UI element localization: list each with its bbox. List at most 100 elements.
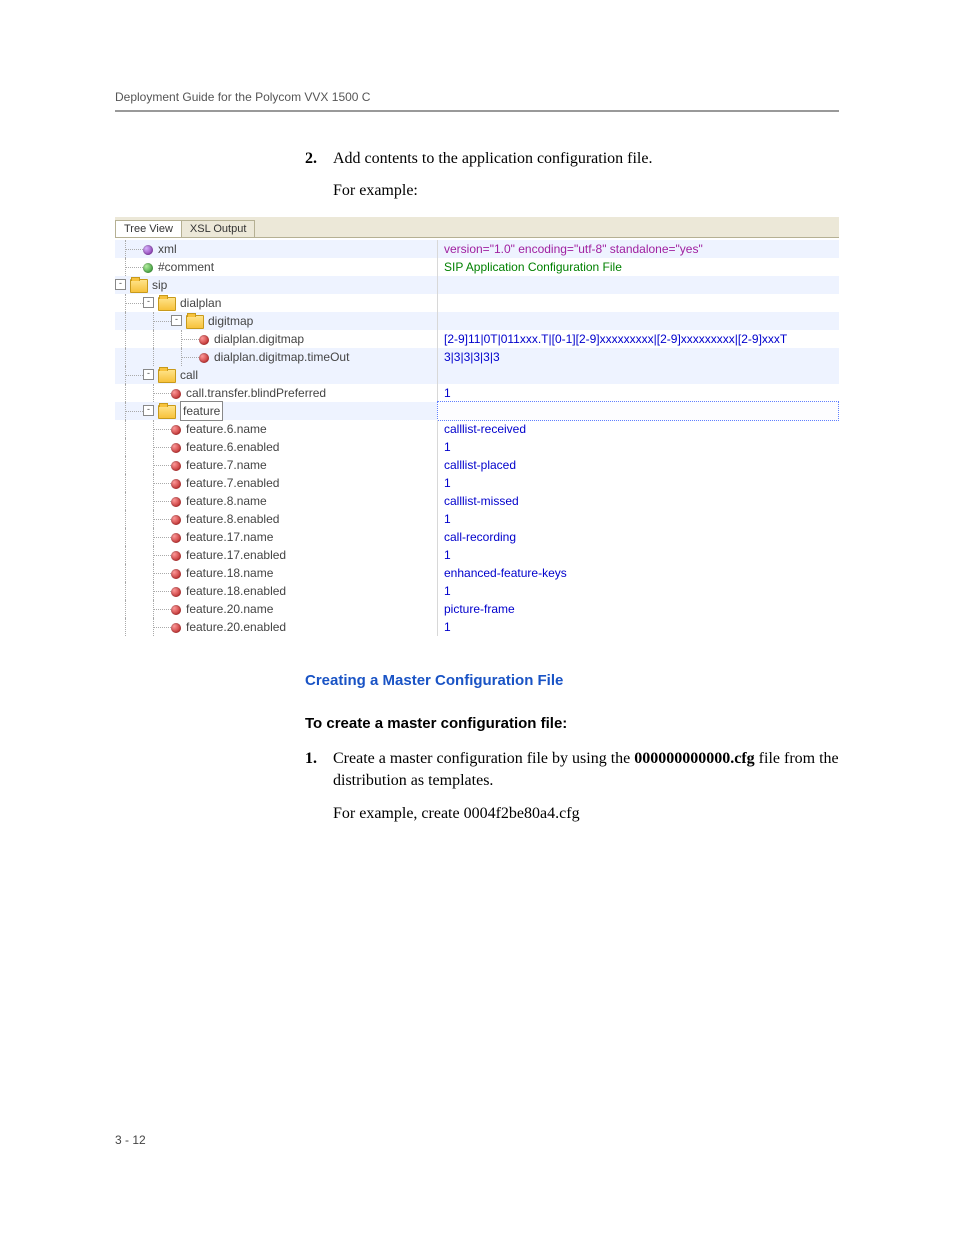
tree-node-left: feature.7.enabled <box>115 474 437 492</box>
tree-row[interactable]: -call <box>115 366 839 384</box>
step-1: 1. Create a master configuration file by… <box>305 748 839 793</box>
tree-node-left: feature.17.enabled <box>115 546 437 564</box>
ball-red-icon <box>171 533 181 543</box>
tree-node-left: dialplan.digitmap.timeOut <box>115 348 437 366</box>
tree-connector <box>143 384 171 402</box>
ball-red-icon <box>171 461 181 471</box>
folder-icon <box>158 297 176 311</box>
xml-tree-figure: Tree View XSL Output xmlversion="1.0" en… <box>115 217 839 642</box>
page-header: Deployment Guide for the Polycom VVX 150… <box>115 90 839 112</box>
tree-node-label: feature.18.name <box>186 564 273 582</box>
expander-icon[interactable]: - <box>171 315 182 326</box>
tree-node-label: call.transfer.blindPreferred <box>186 384 326 402</box>
tree-node-left: feature.8.enabled <box>115 510 437 528</box>
expander-icon[interactable]: - <box>143 297 154 308</box>
tree-connector <box>143 438 171 456</box>
step-2-sub: For example: <box>333 180 839 202</box>
tree-connector <box>115 582 143 600</box>
ball-red-icon <box>171 515 181 525</box>
folder-icon <box>130 279 148 293</box>
ball-red-icon <box>171 569 181 579</box>
tree-row[interactable]: dialplan.digitmap[2-9]11|0T|011xxx.T|[0-… <box>115 330 839 348</box>
ball-red-icon <box>171 497 181 507</box>
tree-node-left: call.transfer.blindPreferred <box>115 384 437 402</box>
tree-row[interactable]: dialplan.digitmap.timeOut3|3|3|3|3|3 <box>115 348 839 366</box>
tree-connector <box>143 546 171 564</box>
ball-red-icon <box>171 551 181 561</box>
tree-node-value: 1 <box>437 582 839 600</box>
tree-node-left: feature.6.enabled <box>115 438 437 456</box>
tree-connector <box>143 618 171 636</box>
tree-connector <box>143 582 171 600</box>
tree-node-value: calllist-received <box>437 420 839 438</box>
expander-icon[interactable]: - <box>143 405 154 416</box>
tree-connector <box>115 600 143 618</box>
tree-connector <box>171 330 199 348</box>
tree-node-label: dialplan.digitmap.timeOut <box>214 348 349 366</box>
tree-row[interactable]: feature.18.enabled1 <box>115 582 839 600</box>
tree-row[interactable]: feature.17.name call-recording <box>115 528 839 546</box>
tree-node-label: feature.17.enabled <box>186 546 286 564</box>
tab-xsl-output[interactable]: XSL Output <box>181 220 255 237</box>
tree-row[interactable]: call.transfer.blindPreferred1 <box>115 384 839 402</box>
tree-node-label: feature.20.name <box>186 600 273 618</box>
tree-node-value: calllist-missed <box>437 492 839 510</box>
tree-row[interactable]: xmlversion="1.0" encoding="utf-8" standa… <box>115 240 839 258</box>
tree-row[interactable]: feature.20.enabled1 <box>115 618 839 636</box>
section-heading-blue: Creating a Master Configuration File <box>305 670 839 691</box>
tree-node-value: call-recording <box>437 528 839 546</box>
step-1-text-a: Create a master configuration file by us… <box>333 750 634 767</box>
tree-node-value <box>437 294 839 312</box>
ball-purple-icon <box>143 245 153 255</box>
tree-node-label: dialplan <box>180 294 221 312</box>
page-number: 3 - 12 <box>115 1133 146 1147</box>
tree-connector <box>115 312 143 330</box>
tree-connector <box>115 420 143 438</box>
tree-row[interactable]: feature.6.namecalllist-received <box>115 420 839 438</box>
tree-node-value: [2-9]11|0T|011xxx.T|[0-1][2-9]xxxxxxxxx|… <box>437 330 839 348</box>
tree-connector <box>143 600 171 618</box>
tree-connector <box>143 528 171 546</box>
tree-node-left: - sip <box>115 276 437 294</box>
step-2-number: 2. <box>305 148 333 170</box>
tree-row[interactable]: - feature <box>115 402 839 420</box>
tree-connector <box>115 384 143 402</box>
expander-icon[interactable]: - <box>115 279 126 290</box>
tree-node-label: feature <box>180 401 223 421</box>
tree-connector <box>115 546 143 564</box>
tree-row[interactable]: - dialplan <box>115 294 839 312</box>
tree-body: xmlversion="1.0" encoding="utf-8" standa… <box>115 238 839 642</box>
expander-icon[interactable]: - <box>143 369 154 380</box>
tree-connector <box>115 258 143 276</box>
tree-node-label: feature.8.enabled <box>186 510 279 528</box>
tree-row[interactable]: - sip <box>115 276 839 294</box>
tree-node-value <box>437 276 839 294</box>
tree-node-label: xml <box>158 240 177 258</box>
tree-node-left: xml <box>115 240 437 258</box>
tree-row[interactable]: feature.17.enabled1 <box>115 546 839 564</box>
tree-row[interactable]: feature.6.enabled1 <box>115 438 839 456</box>
ball-red-icon <box>171 587 181 597</box>
tree-row[interactable]: -digitmap <box>115 312 839 330</box>
tree-connector <box>115 618 143 636</box>
tree-row[interactable]: feature.7.enabled1 <box>115 474 839 492</box>
tree-connector <box>115 330 143 348</box>
tree-node-value <box>437 401 839 421</box>
tree-node-left: feature.20.name <box>115 600 437 618</box>
tab-tree-view[interactable]: Tree View <box>115 220 182 237</box>
tree-node-left: #comment <box>115 258 437 276</box>
tree-connector <box>143 474 171 492</box>
tree-node-label: feature.7.enabled <box>186 474 279 492</box>
tree-row[interactable]: feature.7.namecalllist-placed <box>115 456 839 474</box>
tree-connector <box>143 420 171 438</box>
ball-red-icon <box>171 425 181 435</box>
tree-node-label: feature.17.name <box>186 528 273 546</box>
tree-row[interactable]: #commentSIP Application Configuration Fi… <box>115 258 839 276</box>
tree-row[interactable]: feature.20.namepicture-frame <box>115 600 839 618</box>
tree-node-value <box>437 312 839 330</box>
tree-node-label: sip <box>152 276 167 294</box>
tree-row[interactable]: feature.8.enabled1 <box>115 510 839 528</box>
tree-connector <box>115 366 143 384</box>
tree-row[interactable]: feature.8.namecalllist-missed <box>115 492 839 510</box>
tree-row[interactable]: feature.18.nameenhanced-feature-keys <box>115 564 839 582</box>
